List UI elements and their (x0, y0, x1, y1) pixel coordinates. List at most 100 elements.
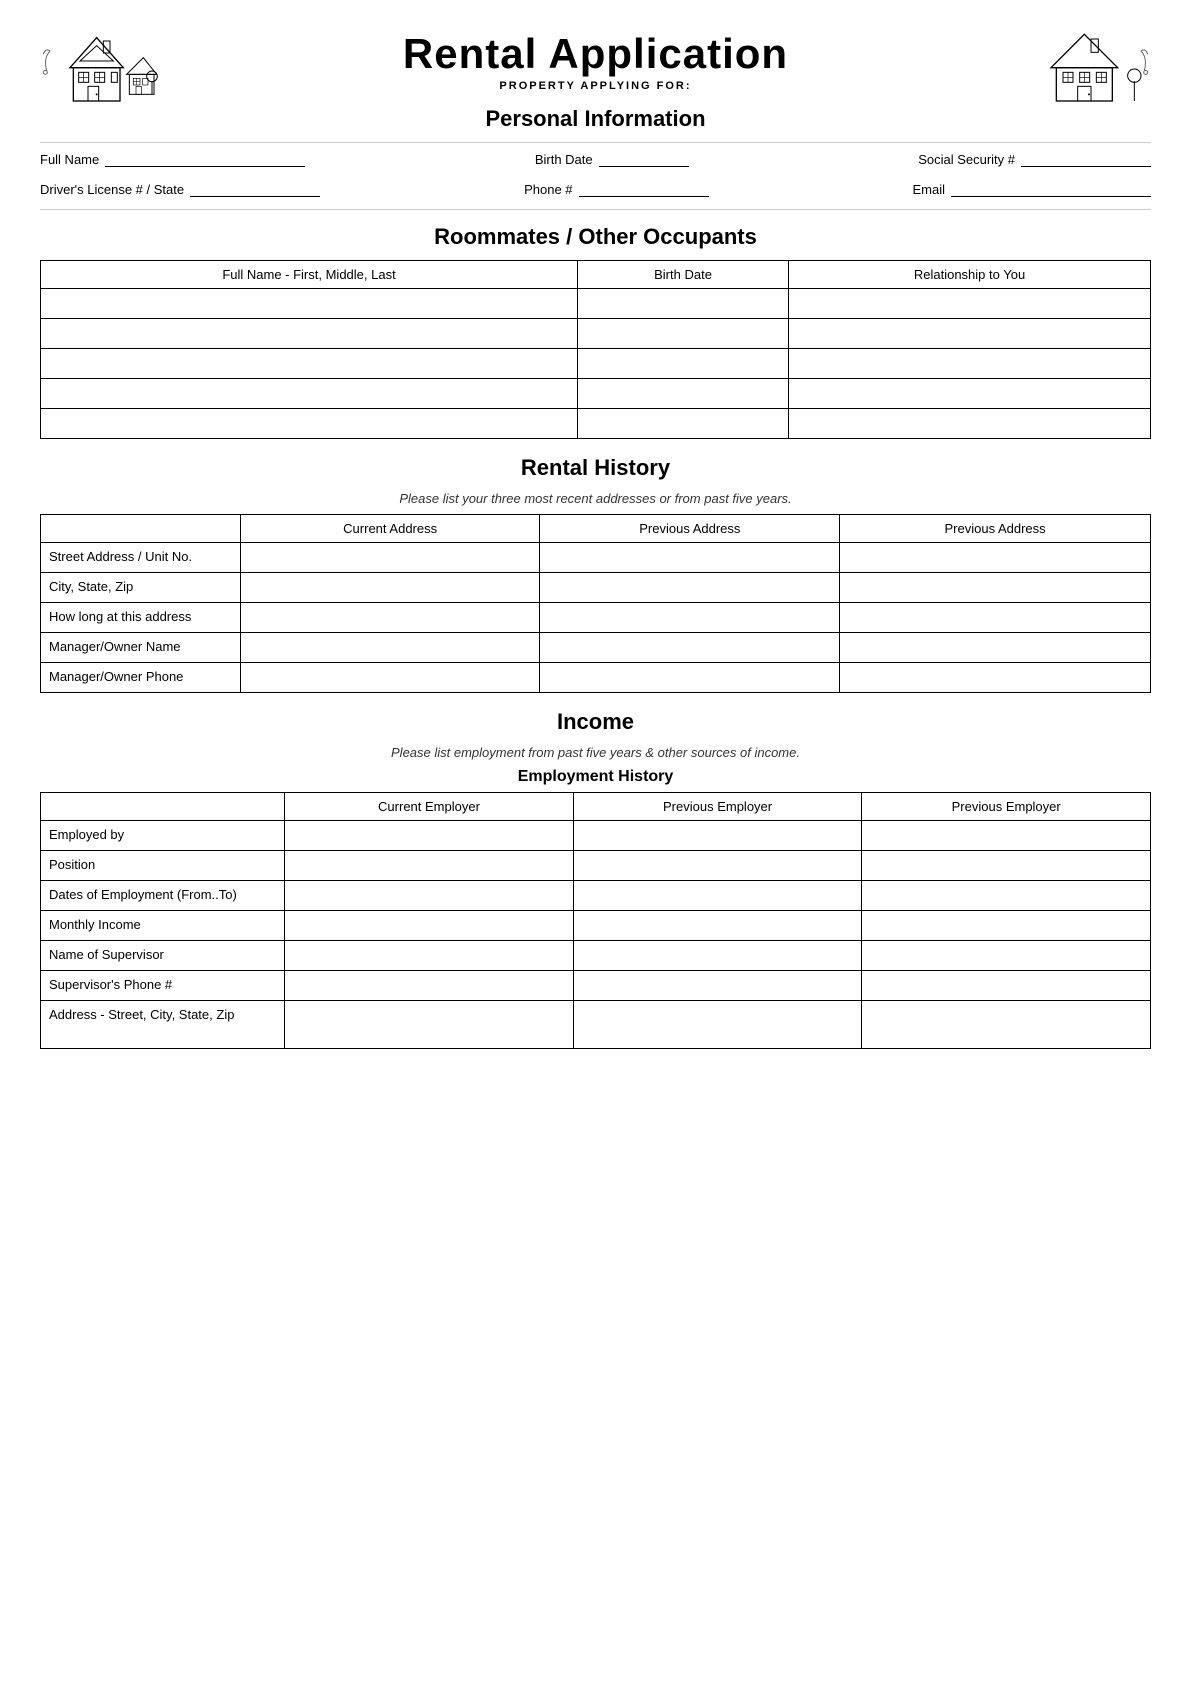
table-row: Address - Street, City, State, Zip (41, 1001, 1151, 1049)
rental-howlong-prev1[interactable] (540, 603, 840, 633)
emp-supervisor-prev1[interactable] (573, 941, 862, 971)
table-row: How long at this address (41, 603, 1151, 633)
roommate-rel-5[interactable] (789, 409, 1151, 439)
drivers-license-group: Driver's License # / State (40, 179, 320, 197)
full-name-label: Full Name (40, 152, 99, 167)
personal-info-row-2: Driver's License # / State Phone # Email (40, 179, 1151, 197)
emp-col-2: Previous Employer (573, 793, 862, 821)
table-row (41, 409, 1151, 439)
roommate-name-3[interactable] (41, 349, 578, 379)
rental-city-prev1[interactable] (540, 573, 840, 603)
table-row: Manager/Owner Phone (41, 663, 1151, 693)
roommate-name-1[interactable] (41, 289, 578, 319)
rental-street-prev2[interactable] (840, 543, 1151, 573)
emp-supervisor-current[interactable] (285, 941, 574, 971)
table-row: Supervisor's Phone # (41, 971, 1151, 1001)
main-title: Rental Application (403, 30, 788, 78)
income-note: Please list employment from past five ye… (40, 745, 1151, 760)
email-group: Email (912, 179, 1151, 197)
emp-supphone-current[interactable] (285, 971, 574, 1001)
emp-supphone-prev2[interactable] (862, 971, 1151, 1001)
header: Rental Application PROPERTY APPLYING FOR… (40, 30, 1151, 92)
table-row: Dates of Employment (From..To) (41, 881, 1151, 911)
emp-addr-prev1[interactable] (573, 1001, 862, 1049)
emp-by-prev1[interactable] (573, 821, 862, 851)
emp-col-0 (41, 793, 285, 821)
rental-history-title: Rental History (40, 455, 1151, 481)
rental-city-current[interactable] (240, 573, 540, 603)
roommate-bd-4[interactable] (578, 379, 789, 409)
rental-col-0 (41, 515, 241, 543)
roommate-name-4[interactable] (41, 379, 578, 409)
roommates-col-1: Full Name - First, Middle, Last (41, 261, 578, 289)
rental-street-prev1[interactable] (540, 543, 840, 573)
birth-date-field[interactable] (599, 149, 689, 167)
emp-pos-prev1[interactable] (573, 851, 862, 881)
phone-field[interactable] (579, 179, 709, 197)
roommate-bd-3[interactable] (578, 349, 789, 379)
rental-row-label-5: Manager/Owner Phone (41, 663, 241, 693)
roommate-rel-1[interactable] (789, 289, 1151, 319)
personal-info-title: Personal Information (40, 106, 1151, 132)
rental-manager-current[interactable] (240, 633, 540, 663)
emp-income-prev2[interactable] (862, 911, 1151, 941)
roommates-col-3: Relationship to You (789, 261, 1151, 289)
emp-dates-prev2[interactable] (862, 881, 1151, 911)
rental-street-current[interactable] (240, 543, 540, 573)
rental-howlong-prev2[interactable] (840, 603, 1151, 633)
roommate-name-2[interactable] (41, 319, 578, 349)
roommates-title: Roommates / Other Occupants (40, 224, 1151, 250)
emp-income-prev1[interactable] (573, 911, 862, 941)
emp-col-1: Current Employer (285, 793, 574, 821)
emp-row-label-6: Supervisor's Phone # (41, 971, 285, 1001)
table-row (41, 289, 1151, 319)
rental-phone-prev1[interactable] (540, 663, 840, 693)
ssn-field[interactable] (1021, 149, 1151, 167)
roommates-col-2: Birth Date (578, 261, 789, 289)
rental-manager-prev1[interactable] (540, 633, 840, 663)
table-row (41, 319, 1151, 349)
rental-howlong-current[interactable] (240, 603, 540, 633)
rental-phone-prev2[interactable] (840, 663, 1151, 693)
phone-label: Phone # (524, 182, 572, 197)
drivers-license-field[interactable] (190, 179, 320, 197)
drivers-license-label: Driver's License # / State (40, 182, 184, 197)
roommate-name-5[interactable] (41, 409, 578, 439)
email-field[interactable] (951, 179, 1151, 197)
roommate-bd-2[interactable] (578, 319, 789, 349)
rental-col-1: Current Address (240, 515, 540, 543)
emp-dates-current[interactable] (285, 881, 574, 911)
roommate-bd-5[interactable] (578, 409, 789, 439)
email-label: Email (912, 182, 945, 197)
roommate-rel-4[interactable] (789, 379, 1151, 409)
full-name-group: Full Name (40, 149, 305, 167)
rental-history-note: Please list your three most recent addre… (40, 491, 1151, 506)
emp-dates-prev1[interactable] (573, 881, 862, 911)
emp-by-current[interactable] (285, 821, 574, 851)
rental-phone-current[interactable] (240, 663, 540, 693)
rental-history-table: Current Address Previous Address Previou… (40, 514, 1151, 693)
roommate-bd-1[interactable] (578, 289, 789, 319)
rental-row-label-2: City, State, Zip (41, 573, 241, 603)
emp-addr-current[interactable] (285, 1001, 574, 1049)
header-center: Rental Application PROPERTY APPLYING FOR… (403, 30, 788, 92)
emp-income-current[interactable] (285, 911, 574, 941)
property-label: PROPERTY APPLYING FOR: (403, 80, 788, 92)
emp-supervisor-prev2[interactable] (862, 941, 1151, 971)
rental-manager-prev2[interactable] (840, 633, 1151, 663)
table-row: Street Address / Unit No. (41, 543, 1151, 573)
emp-addr-prev2[interactable] (862, 1001, 1151, 1049)
emp-row-label-5: Name of Supervisor (41, 941, 285, 971)
emp-by-prev2[interactable] (862, 821, 1151, 851)
rental-city-prev2[interactable] (840, 573, 1151, 603)
emp-pos-current[interactable] (285, 851, 574, 881)
table-row: Name of Supervisor (41, 941, 1151, 971)
rental-row-label-1: Street Address / Unit No. (41, 543, 241, 573)
emp-row-label-3: Dates of Employment (From..To) (41, 881, 285, 911)
emp-supphone-prev1[interactable] (573, 971, 862, 1001)
roommate-rel-3[interactable] (789, 349, 1151, 379)
emp-pos-prev2[interactable] (862, 851, 1151, 881)
full-name-field[interactable] (105, 149, 305, 167)
roommate-rel-2[interactable] (789, 319, 1151, 349)
personal-info-row-1: Full Name Birth Date Social Security # (40, 149, 1151, 167)
